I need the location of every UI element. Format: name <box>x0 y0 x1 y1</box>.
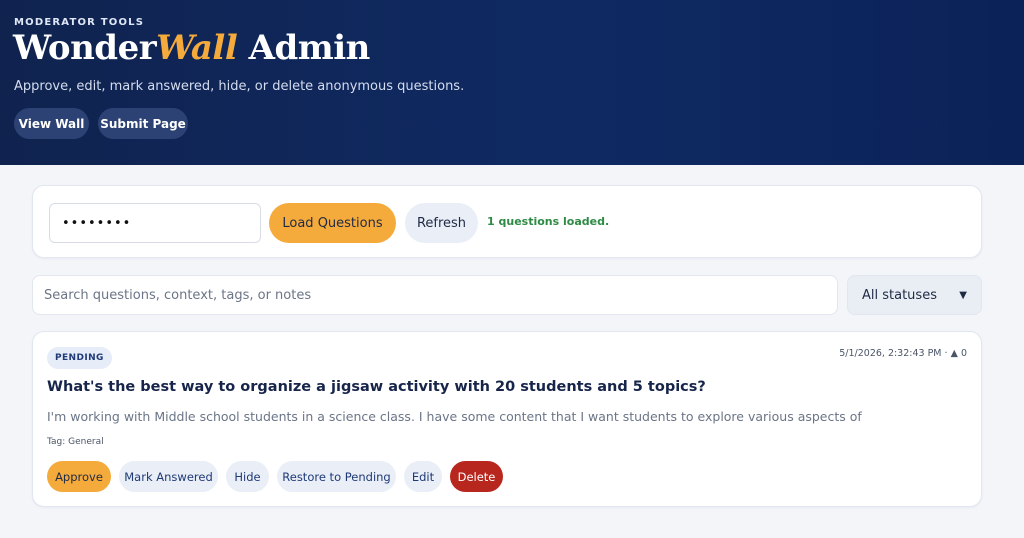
status-badge: PENDING <box>47 347 112 369</box>
delete-button[interactable]: Delete <box>450 461 503 492</box>
load-questions-panel: Load Questions Refresh 1 questions loade… <box>32 185 982 258</box>
page-title: WonderWall Admin <box>13 28 370 68</box>
view-wall-button[interactable]: View Wall <box>14 108 89 139</box>
title-admin: Admin <box>237 28 371 68</box>
refresh-button[interactable]: Refresh <box>405 203 478 243</box>
mark-answered-button[interactable]: Mark Answered <box>119 461 218 492</box>
upvote-icon: ▲ <box>950 348 958 359</box>
vote-count: 0 <box>960 348 967 359</box>
edit-button[interactable]: Edit <box>404 461 442 492</box>
load-status-message: 1 questions loaded. <box>487 215 610 228</box>
question-context: I'm working with Middle school students … <box>47 409 862 424</box>
page-subtitle: Approve, edit, mark answered, hide, or d… <box>14 79 465 94</box>
status-filter-select[interactable]: All statuses ▼ <box>847 275 982 315</box>
admin-password-input[interactable] <box>49 203 261 243</box>
title-wonder: Wonder <box>13 28 157 68</box>
question-tag: Tag: General <box>47 437 104 447</box>
question-timestamp: 5/1/2026, 2:32:43 PM <box>839 348 942 359</box>
status-filter-value: All statuses <box>862 287 937 303</box>
approve-button[interactable]: Approve <box>47 461 111 492</box>
question-meta: 5/1/2026, 2:32:43 PM · ▲ 0 <box>839 348 967 359</box>
header-eyebrow: MODERATOR TOOLS <box>14 17 145 28</box>
load-questions-button[interactable]: Load Questions <box>269 203 396 243</box>
admin-header: MODERATOR TOOLS WonderWall Admin Approve… <box>0 0 1024 165</box>
chevron-down-icon: ▼ <box>959 289 967 301</box>
hide-button[interactable]: Hide <box>226 461 269 492</box>
search-input[interactable] <box>32 275 838 315</box>
restore-to-pending-button[interactable]: Restore to Pending <box>277 461 396 492</box>
question-card: PENDING 5/1/2026, 2:32:43 PM · ▲ 0 What'… <box>32 331 982 507</box>
meta-separator: · <box>944 348 948 359</box>
title-wall: Wall <box>156 28 238 68</box>
question-title: What's the best way to organize a jigsaw… <box>47 379 706 395</box>
submit-page-button[interactable]: Submit Page <box>98 108 188 139</box>
